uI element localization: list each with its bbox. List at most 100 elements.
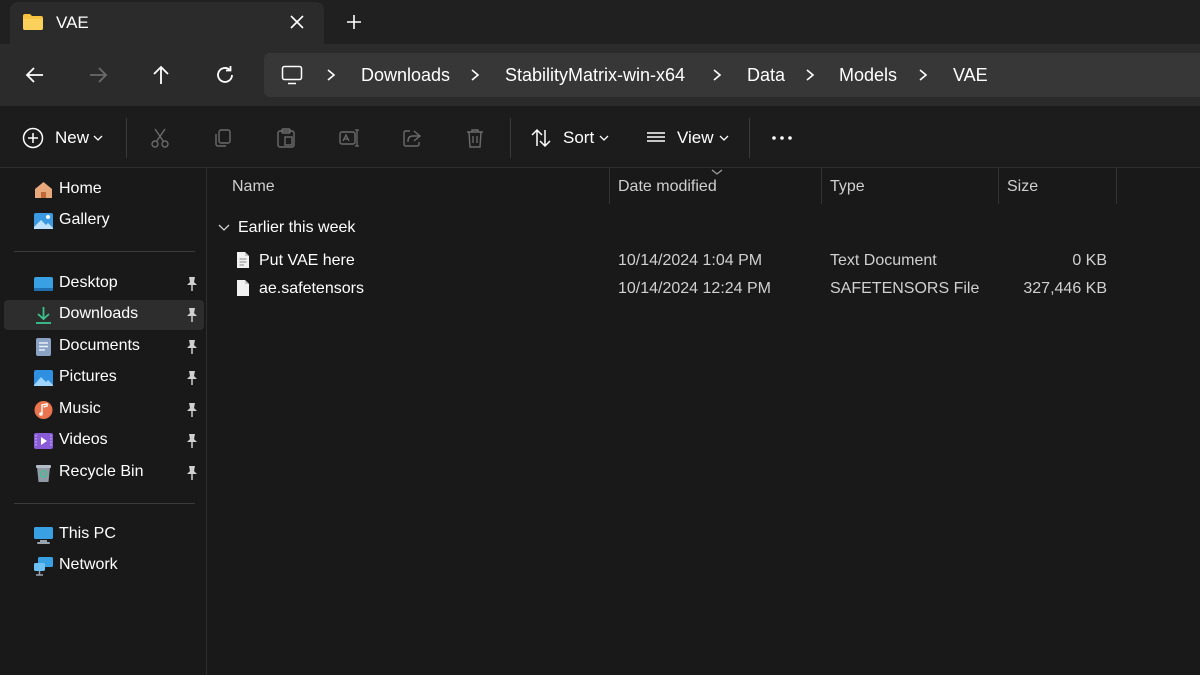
sort-indicator-icon <box>711 169 723 175</box>
column-divider[interactable] <box>998 168 999 204</box>
pictures-icon <box>34 370 53 386</box>
chevron-down-icon <box>719 135 729 141</box>
file-size: 0 KB <box>1072 252 1107 269</box>
forward-arrow-icon[interactable] <box>85 62 111 88</box>
pin-icon[interactable] <box>185 276 199 292</box>
file-icon <box>237 280 249 296</box>
group-label: Earlier this week <box>238 219 356 236</box>
view-label: View <box>677 128 714 147</box>
music-icon <box>34 401 53 419</box>
sidebar-item-label: Gallery <box>59 211 110 228</box>
pin-icon[interactable] <box>185 402 199 418</box>
sidebar-item-network[interactable]: Network <box>4 551 204 581</box>
documents-icon <box>36 338 51 356</box>
sidebar-item-label: Desktop <box>59 274 118 291</box>
divider <box>126 118 127 158</box>
sidebar-item-label: Pictures <box>59 368 117 385</box>
sidebar-item-music[interactable]: Music <box>4 395 204 425</box>
pin-icon[interactable] <box>185 339 199 355</box>
recycle-bin-icon <box>36 465 51 482</box>
sidebar-item-home[interactable]: Home <box>4 175 204 205</box>
breadcrumb-vae[interactable]: VAE <box>953 65 988 86</box>
pin-icon[interactable] <box>185 307 199 323</box>
network-icon <box>34 557 53 576</box>
command-bar: New Sort View <box>0 106 1200 168</box>
sidebar-item-documents[interactable]: Documents <box>4 332 204 362</box>
more-options-icon[interactable] <box>771 127 793 149</box>
file-explorer-window: VAE Downloads StabilityMatrix-win-x64 Da… <box>0 0 1200 675</box>
delete-trash-icon[interactable] <box>464 127 486 149</box>
file-type: Text Document <box>830 252 937 269</box>
sidebar-item-label: Videos <box>59 431 108 448</box>
refresh-icon[interactable] <box>212 62 238 88</box>
file-size: 327,446 KB <box>1023 280 1107 297</box>
chevron-right-icon[interactable] <box>711 68 723 82</box>
chevron-down-icon <box>93 135 103 141</box>
up-arrow-icon[interactable] <box>148 62 174 88</box>
column-divider[interactable] <box>821 168 822 204</box>
file-name: ae.safetensors <box>259 280 364 297</box>
breadcrumb-data[interactable]: Data <box>747 65 785 86</box>
pin-icon[interactable] <box>185 370 199 386</box>
sidebar-item-pictures[interactable]: Pictures <box>4 363 204 393</box>
new-tab-plus-icon[interactable] <box>343 11 365 33</box>
chevron-down-icon[interactable] <box>218 223 230 233</box>
sidebar-item-downloads[interactable]: Downloads <box>4 300 204 330</box>
column-header-type[interactable]: Type <box>830 178 865 196</box>
column-header-name[interactable]: Name <box>232 178 275 196</box>
sidebar-item-videos[interactable]: Videos <box>4 426 204 456</box>
sidebar-item-this-pc[interactable]: This PC <box>4 520 204 550</box>
tab-vae[interactable]: VAE <box>10 2 324 44</box>
chevron-down-icon <box>599 135 609 141</box>
chevron-right-icon[interactable] <box>804 68 816 82</box>
share-icon[interactable] <box>401 127 423 149</box>
sidebar-item-label: Downloads <box>59 305 139 322</box>
sidebar-item-recycle-bin[interactable]: Recycle Bin <box>4 458 204 488</box>
close-icon[interactable] <box>286 11 308 33</box>
sidebar-item-gallery[interactable]: Gallery <box>4 206 204 236</box>
copy-icon[interactable] <box>212 127 234 149</box>
breadcrumb-stabilitymatrix[interactable]: StabilityMatrix-win-x64 <box>505 65 685 86</box>
gallery-icon <box>34 213 53 229</box>
tab-strip: VAE <box>0 0 1200 44</box>
chevron-right-icon[interactable] <box>469 68 481 82</box>
new-button[interactable]: New <box>0 106 118 168</box>
column-divider[interactable] <box>609 168 610 204</box>
chevron-right-icon[interactable] <box>917 68 929 82</box>
downloads-icon <box>36 307 51 324</box>
column-header-date-modified[interactable]: Date modified <box>618 178 717 196</box>
divider <box>14 251 195 252</box>
sort-label: Sort <box>563 128 595 147</box>
home-icon <box>35 182 52 198</box>
cut-icon[interactable] <box>149 127 171 149</box>
rename-icon[interactable] <box>338 127 360 149</box>
sidebar-item-label: Network <box>59 556 118 573</box>
plus-circle-icon <box>22 127 44 149</box>
divider <box>749 118 750 158</box>
file-row[interactable]: ae.safetensors 10/14/2024 12:24 PM SAFET… <box>208 275 1200 303</box>
computer-icon[interactable] <box>281 65 303 85</box>
sidebar-item-desktop[interactable]: Desktop <box>4 269 204 299</box>
sidebar-item-label: Documents <box>59 337 140 354</box>
videos-icon <box>34 433 53 449</box>
breadcrumb-downloads[interactable]: Downloads <box>361 65 450 86</box>
sort-button[interactable]: Sort <box>520 106 620 168</box>
chevron-right-icon[interactable] <box>325 68 337 82</box>
file-name: Put VAE here <box>259 252 355 269</box>
divider <box>14 503 195 504</box>
file-date: 10/14/2024 1:04 PM <box>618 252 763 269</box>
breadcrumb-models[interactable]: Models <box>839 65 897 86</box>
sidebar-item-label: This PC <box>59 525 116 542</box>
text-file-icon <box>237 252 249 268</box>
file-date: 10/14/2024 12:24 PM <box>618 280 772 297</box>
pin-icon[interactable] <box>185 433 199 449</box>
column-divider[interactable] <box>1116 168 1117 204</box>
file-row[interactable]: Put VAE here 10/14/2024 1:04 PM Text Doc… <box>208 247 1200 275</box>
this-pc-icon <box>34 527 53 544</box>
view-button[interactable]: View <box>635 106 740 168</box>
pin-icon[interactable] <box>185 465 199 481</box>
paste-icon[interactable] <box>275 127 297 149</box>
back-arrow-icon[interactable] <box>22 62 48 88</box>
column-header-size[interactable]: Size <box>1007 178 1038 196</box>
address-bar[interactable]: Downloads StabilityMatrix-win-x64 Data M… <box>264 53 1200 97</box>
